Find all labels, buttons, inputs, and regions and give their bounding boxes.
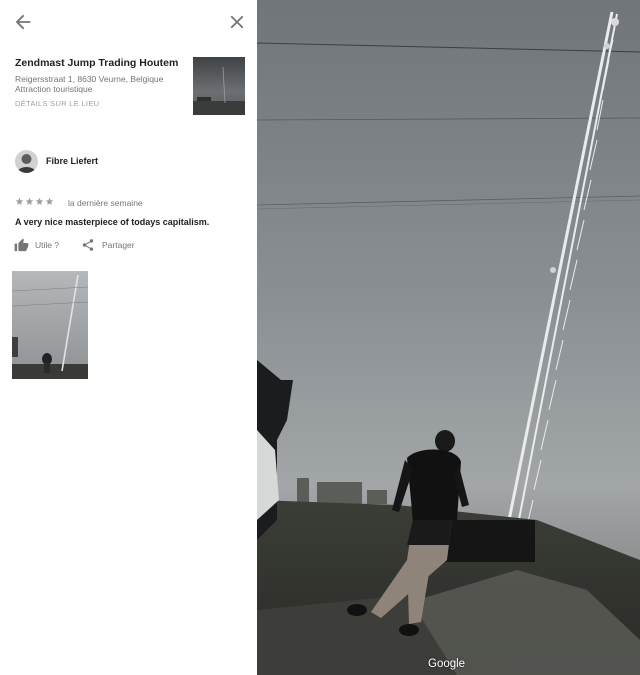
star-icon — [35, 197, 44, 205]
place-details-link[interactable]: DÉTAILS SUR LE LIEU — [15, 99, 99, 108]
review-photo-large — [257, 0, 640, 675]
photo-viewer[interactable] — [257, 0, 640, 675]
place-thumbnail[interactable] — [193, 57, 245, 115]
thumb-up-icon — [14, 238, 29, 251]
star-icon — [15, 197, 24, 205]
place-address: Reigersstraat 1, 8630 Veurne, Belgique — [15, 74, 164, 84]
review-time: la dernière semaine — [68, 198, 143, 208]
star-icon — [25, 197, 34, 205]
place-title: Zendmast Jump Trading Houtem — [15, 57, 179, 69]
panel-topbar — [0, 0, 257, 44]
arrow-back-icon — [15, 14, 31, 30]
review-text: A very nice masterpiece of todays capita… — [15, 217, 210, 227]
place-category: Attraction touristique — [15, 84, 93, 94]
avatar-image — [15, 150, 38, 173]
star-rating — [15, 197, 54, 209]
close-icon — [230, 15, 244, 29]
reviewer-avatar[interactable] — [15, 150, 38, 173]
place-review-panel: Zendmast Jump Trading Houtem Reigersstra… — [0, 0, 257, 675]
share-label: Partager — [102, 240, 135, 250]
useful-label: Utile ? — [35, 240, 60, 250]
reviewer-name[interactable]: Fibre Liefert — [46, 156, 98, 166]
review-photo-image — [12, 271, 88, 379]
review-photo-thumbnail[interactable] — [12, 271, 88, 379]
star-icon — [45, 197, 54, 205]
google-logo: Google — [428, 658, 466, 670]
place-thumbnail-image — [193, 57, 245, 115]
share-button[interactable]: Partager — [81, 236, 135, 254]
back-button[interactable] — [12, 11, 34, 33]
share-icon — [82, 239, 94, 251]
close-button[interactable] — [226, 11, 248, 33]
useful-button[interactable]: Utile ? — [14, 236, 59, 254]
